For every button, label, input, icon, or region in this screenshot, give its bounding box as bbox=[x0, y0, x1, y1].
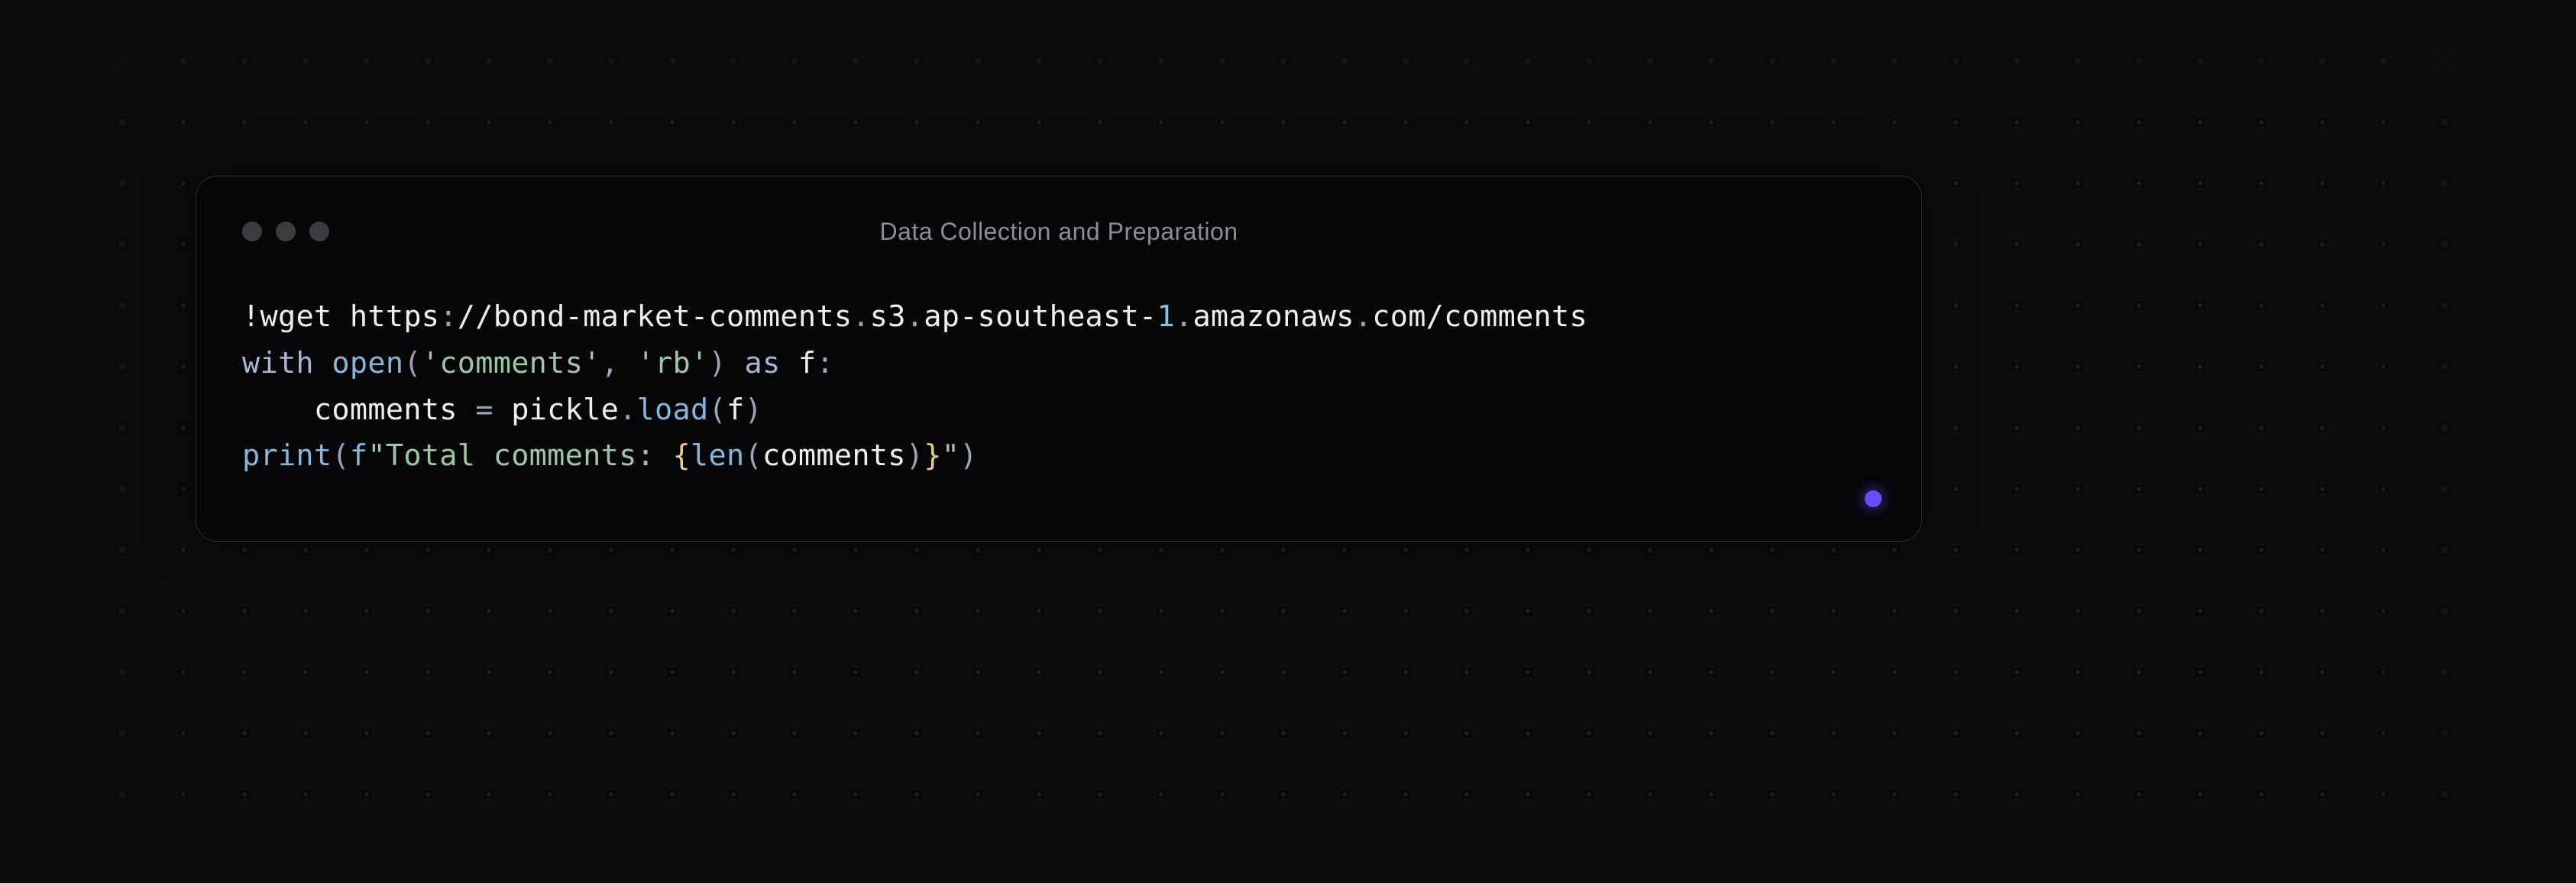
tok: load bbox=[637, 393, 709, 427]
tok: ) bbox=[906, 438, 924, 473]
tok: ) bbox=[744, 393, 762, 427]
tok: amazonaws bbox=[1193, 299, 1354, 334]
tok: f bbox=[780, 346, 816, 380]
tok: open bbox=[332, 346, 403, 380]
tok: . bbox=[906, 299, 924, 334]
traffic-lights bbox=[242, 222, 329, 241]
window-titlebar: Data Collection and Preparation bbox=[242, 215, 1875, 248]
tok: 1 bbox=[1157, 299, 1174, 334]
code-line-3: comments = pickle.load(f) bbox=[242, 393, 762, 427]
tok: pickle bbox=[494, 393, 619, 427]
tok: "Total comments: bbox=[367, 438, 672, 473]
tok: { bbox=[673, 438, 691, 473]
tok: wget https bbox=[260, 299, 439, 334]
code-line-2: with open('comments', 'rb') as f: bbox=[242, 346, 834, 380]
tok: : bbox=[439, 299, 457, 334]
tok: = bbox=[475, 393, 493, 427]
tok bbox=[314, 346, 332, 380]
tok: ( bbox=[708, 393, 726, 427]
tok: 'rb' bbox=[637, 346, 709, 380]
tok: len bbox=[691, 438, 744, 473]
maximize-icon[interactable] bbox=[309, 222, 329, 241]
tok: print bbox=[242, 438, 332, 473]
window-title: Data Collection and Preparation bbox=[242, 218, 1875, 246]
tok: //bond-market-comments bbox=[458, 299, 853, 334]
tok: with bbox=[242, 346, 314, 380]
tok bbox=[727, 346, 744, 380]
tok: . bbox=[852, 299, 869, 334]
code-line-4: print(f"Total comments: {len(comments)}"… bbox=[242, 438, 978, 473]
tok: ( bbox=[403, 346, 421, 380]
tok: s3 bbox=[870, 299, 906, 334]
tok: , bbox=[601, 346, 637, 380]
tok: . bbox=[1354, 299, 1372, 334]
tok: comments bbox=[762, 438, 906, 473]
tok: ap-southeast- bbox=[924, 299, 1157, 334]
tok: ( bbox=[744, 438, 762, 473]
tok: : bbox=[816, 346, 833, 380]
tok: } bbox=[924, 438, 941, 473]
tok: . bbox=[619, 393, 636, 427]
tok: f bbox=[350, 438, 367, 473]
tok: f bbox=[727, 393, 744, 427]
tok: . bbox=[1175, 299, 1193, 334]
code-window: Data Collection and Preparation !wget ht… bbox=[196, 176, 1922, 542]
tok: ) bbox=[960, 438, 977, 473]
status-indicator-icon bbox=[1865, 490, 1882, 507]
close-icon[interactable] bbox=[242, 222, 262, 241]
tok: com/comments bbox=[1372, 299, 1587, 334]
code-block[interactable]: !wget https://bond-market-comments.s3.ap… bbox=[242, 294, 1875, 480]
tok: " bbox=[942, 438, 960, 473]
code-line-1: !wget https://bond-market-comments.s3.ap… bbox=[242, 299, 1587, 334]
tok: as bbox=[744, 346, 780, 380]
tok: 'comments' bbox=[422, 346, 601, 380]
tok: comments bbox=[242, 393, 475, 427]
minimize-icon[interactable] bbox=[276, 222, 296, 241]
tok: ) bbox=[709, 346, 727, 380]
tok: ! bbox=[242, 299, 260, 334]
tok: ( bbox=[332, 438, 349, 473]
